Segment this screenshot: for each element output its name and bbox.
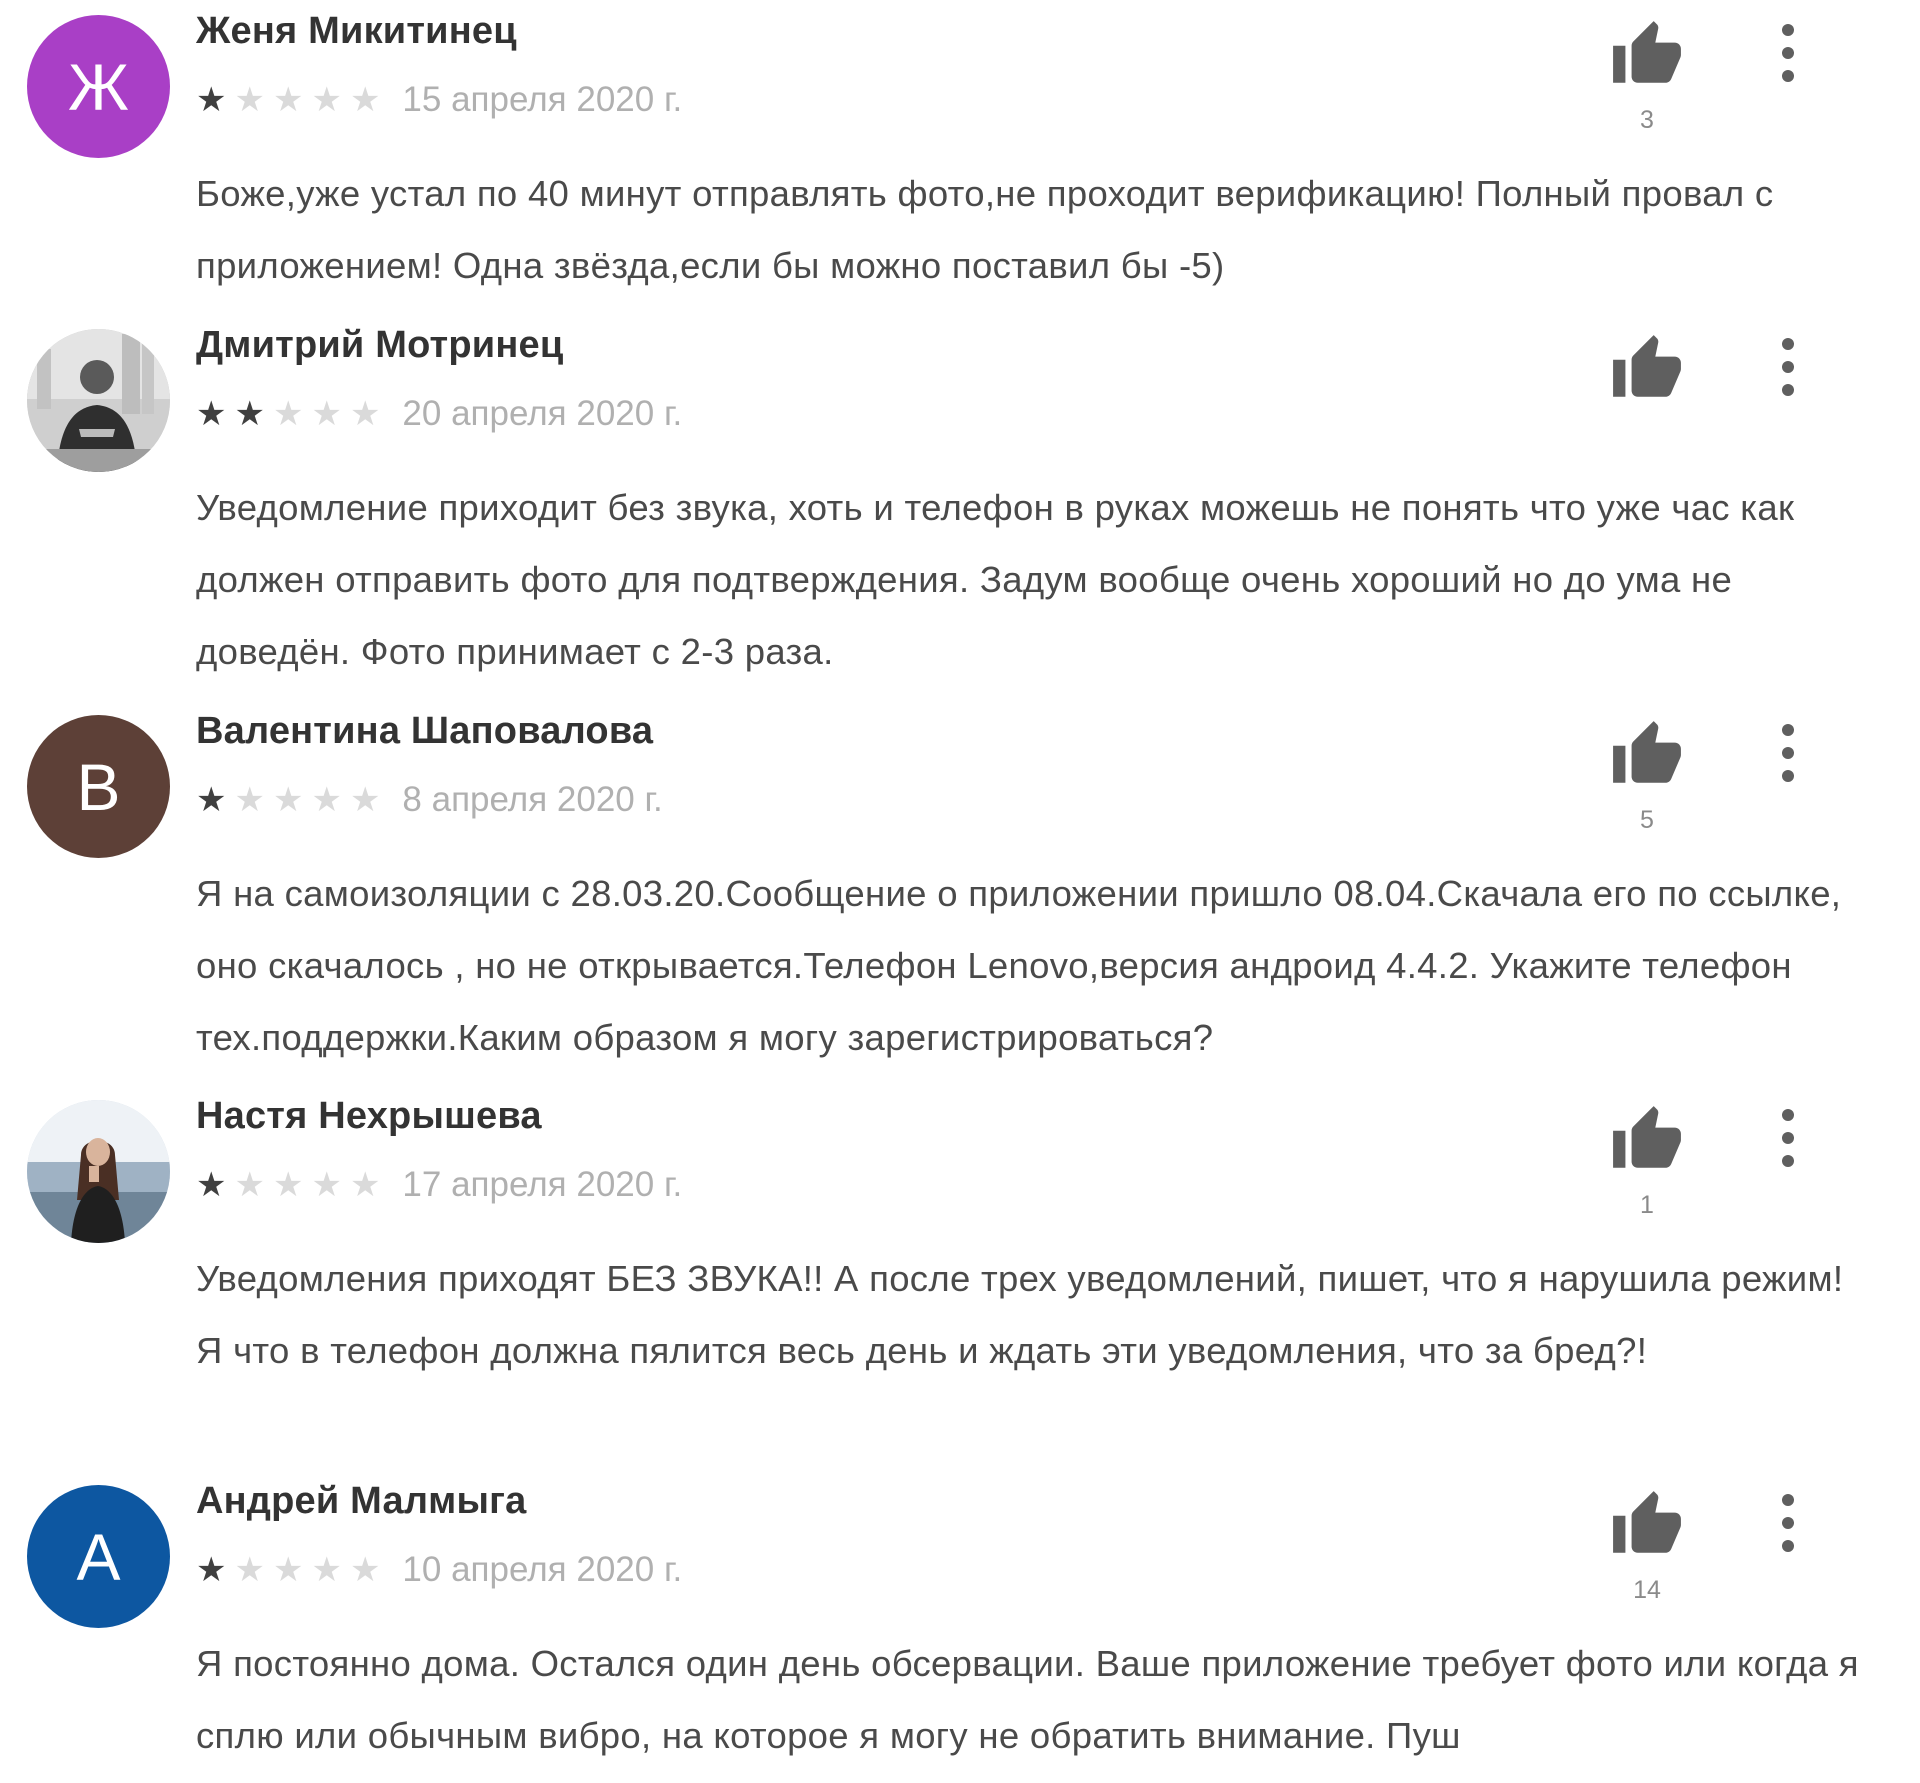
thumbs-up-icon[interactable] <box>1610 18 1684 92</box>
avatar-letter: Ж <box>68 49 129 124</box>
star-empty-icon: ★ <box>272 395 304 433</box>
star-filled-icon: ★ <box>196 1551 227 1589</box>
star-filled-icon: ★ <box>196 395 227 433</box>
review-meta: ★ ★ ★ ★ ★ 8 апреля 2020 г. <box>196 780 663 820</box>
star-filled-icon: ★ <box>196 781 227 819</box>
star-empty-icon: ★ <box>311 781 342 819</box>
avatar-photo <box>27 329 170 472</box>
review-author: Андрей Малмыга <box>196 1480 527 1522</box>
star-empty-icon: ★ <box>349 1551 381 1589</box>
star-rating: ★ ★ ★ ★ ★ <box>196 397 388 431</box>
star-filled-icon: ★ <box>196 81 227 119</box>
likes-count: 5 <box>1640 806 1654 834</box>
star-empty-icon: ★ <box>311 1166 342 1204</box>
thumbs-up-icon[interactable] <box>1610 332 1684 406</box>
review-meta: ★ ★ ★ ★ ★ 20 апреля 2020 г. <box>196 394 682 434</box>
review-meta: ★ ★ ★ ★ ★ 17 апреля 2020 г. <box>196 1165 682 1205</box>
review-date: 10 апреля 2020 г. <box>402 1550 683 1589</box>
more-vert-icon[interactable] <box>1772 1103 1804 1173</box>
star-empty-icon: ★ <box>272 781 304 819</box>
more-vert-icon[interactable] <box>1772 1488 1804 1558</box>
star-rating: ★ ★ ★ ★ ★ <box>196 1553 388 1587</box>
review-meta: ★ ★ ★ ★ ★ 15 апреля 2020 г. <box>196 80 682 120</box>
review-text: Уведомления приходят БЕЗ ЗВУКА!! А после… <box>196 1258 1844 1371</box>
avatar[interactable]: Ж <box>27 15 170 158</box>
avatar[interactable]: А <box>27 1485 170 1628</box>
likes-count: 3 <box>1640 106 1654 134</box>
review-date: 17 апреля 2020 г. <box>402 1165 683 1204</box>
review-author: Женя Микитинец <box>196 10 517 52</box>
review-author: Валентина Шаповалова <box>196 710 654 752</box>
star-empty-icon: ★ <box>349 781 381 819</box>
avatar-photo <box>27 1100 170 1243</box>
likes-count: 1 <box>1640 1191 1654 1219</box>
star-empty-icon: ★ <box>272 1166 304 1204</box>
star-empty-icon: ★ <box>311 395 342 433</box>
review-date: 15 апреля 2020 г. <box>402 80 683 119</box>
more-vert-icon[interactable] <box>1772 332 1804 402</box>
star-empty-icon: ★ <box>349 81 381 119</box>
review-text: Боже,уже устал по 40 минут отправлять фо… <box>196 173 1774 286</box>
star-empty-icon: ★ <box>349 1166 381 1204</box>
review-text: Я постоянно дома. Остался один день обсе… <box>196 1643 1859 1756</box>
star-filled-icon: ★ <box>234 395 265 433</box>
star-rating: ★ ★ ★ ★ ★ <box>196 83 388 117</box>
star-empty-icon: ★ <box>311 1551 342 1589</box>
star-empty-icon: ★ <box>349 395 381 433</box>
star-empty-icon: ★ <box>272 1551 304 1589</box>
star-empty-icon: ★ <box>234 1166 265 1204</box>
review-text: Я на самоизоляции с 28.03.20.Сообщение о… <box>196 873 1842 1058</box>
thumbs-up-icon[interactable] <box>1610 718 1684 792</box>
review-meta: ★ ★ ★ ★ ★ 10 апреля 2020 г. <box>196 1550 682 1590</box>
star-empty-icon: ★ <box>234 1551 265 1589</box>
star-filled-icon: ★ <box>196 1166 227 1204</box>
review-author: Настя Нехрышева <box>196 1095 542 1137</box>
more-vert-icon[interactable] <box>1772 18 1804 88</box>
review-text: Уведомление приходит без звука, хоть и т… <box>196 487 1795 672</box>
star-empty-icon: ★ <box>234 781 265 819</box>
star-empty-icon: ★ <box>234 81 265 119</box>
review-date: 8 апреля 2020 г. <box>402 780 663 819</box>
review-author: Дмитрий Мотринец <box>196 324 564 366</box>
star-empty-icon: ★ <box>311 81 342 119</box>
likes-count: 14 <box>1633 1576 1661 1604</box>
avatar[interactable]: В <box>27 715 170 858</box>
review-date: 20 апреля 2020 г. <box>402 394 683 433</box>
thumbs-up-icon[interactable] <box>1610 1488 1684 1562</box>
avatar[interactable] <box>27 329 170 472</box>
thumbs-up-icon[interactable] <box>1610 1103 1684 1177</box>
star-rating: ★ ★ ★ ★ ★ <box>196 783 388 817</box>
avatar-letter: В <box>76 749 121 824</box>
star-empty-icon: ★ <box>272 81 304 119</box>
avatar-letter: А <box>76 1519 121 1594</box>
star-rating: ★ ★ ★ ★ ★ <box>196 1168 388 1202</box>
more-vert-icon[interactable] <box>1772 718 1804 788</box>
avatar[interactable] <box>27 1100 170 1243</box>
